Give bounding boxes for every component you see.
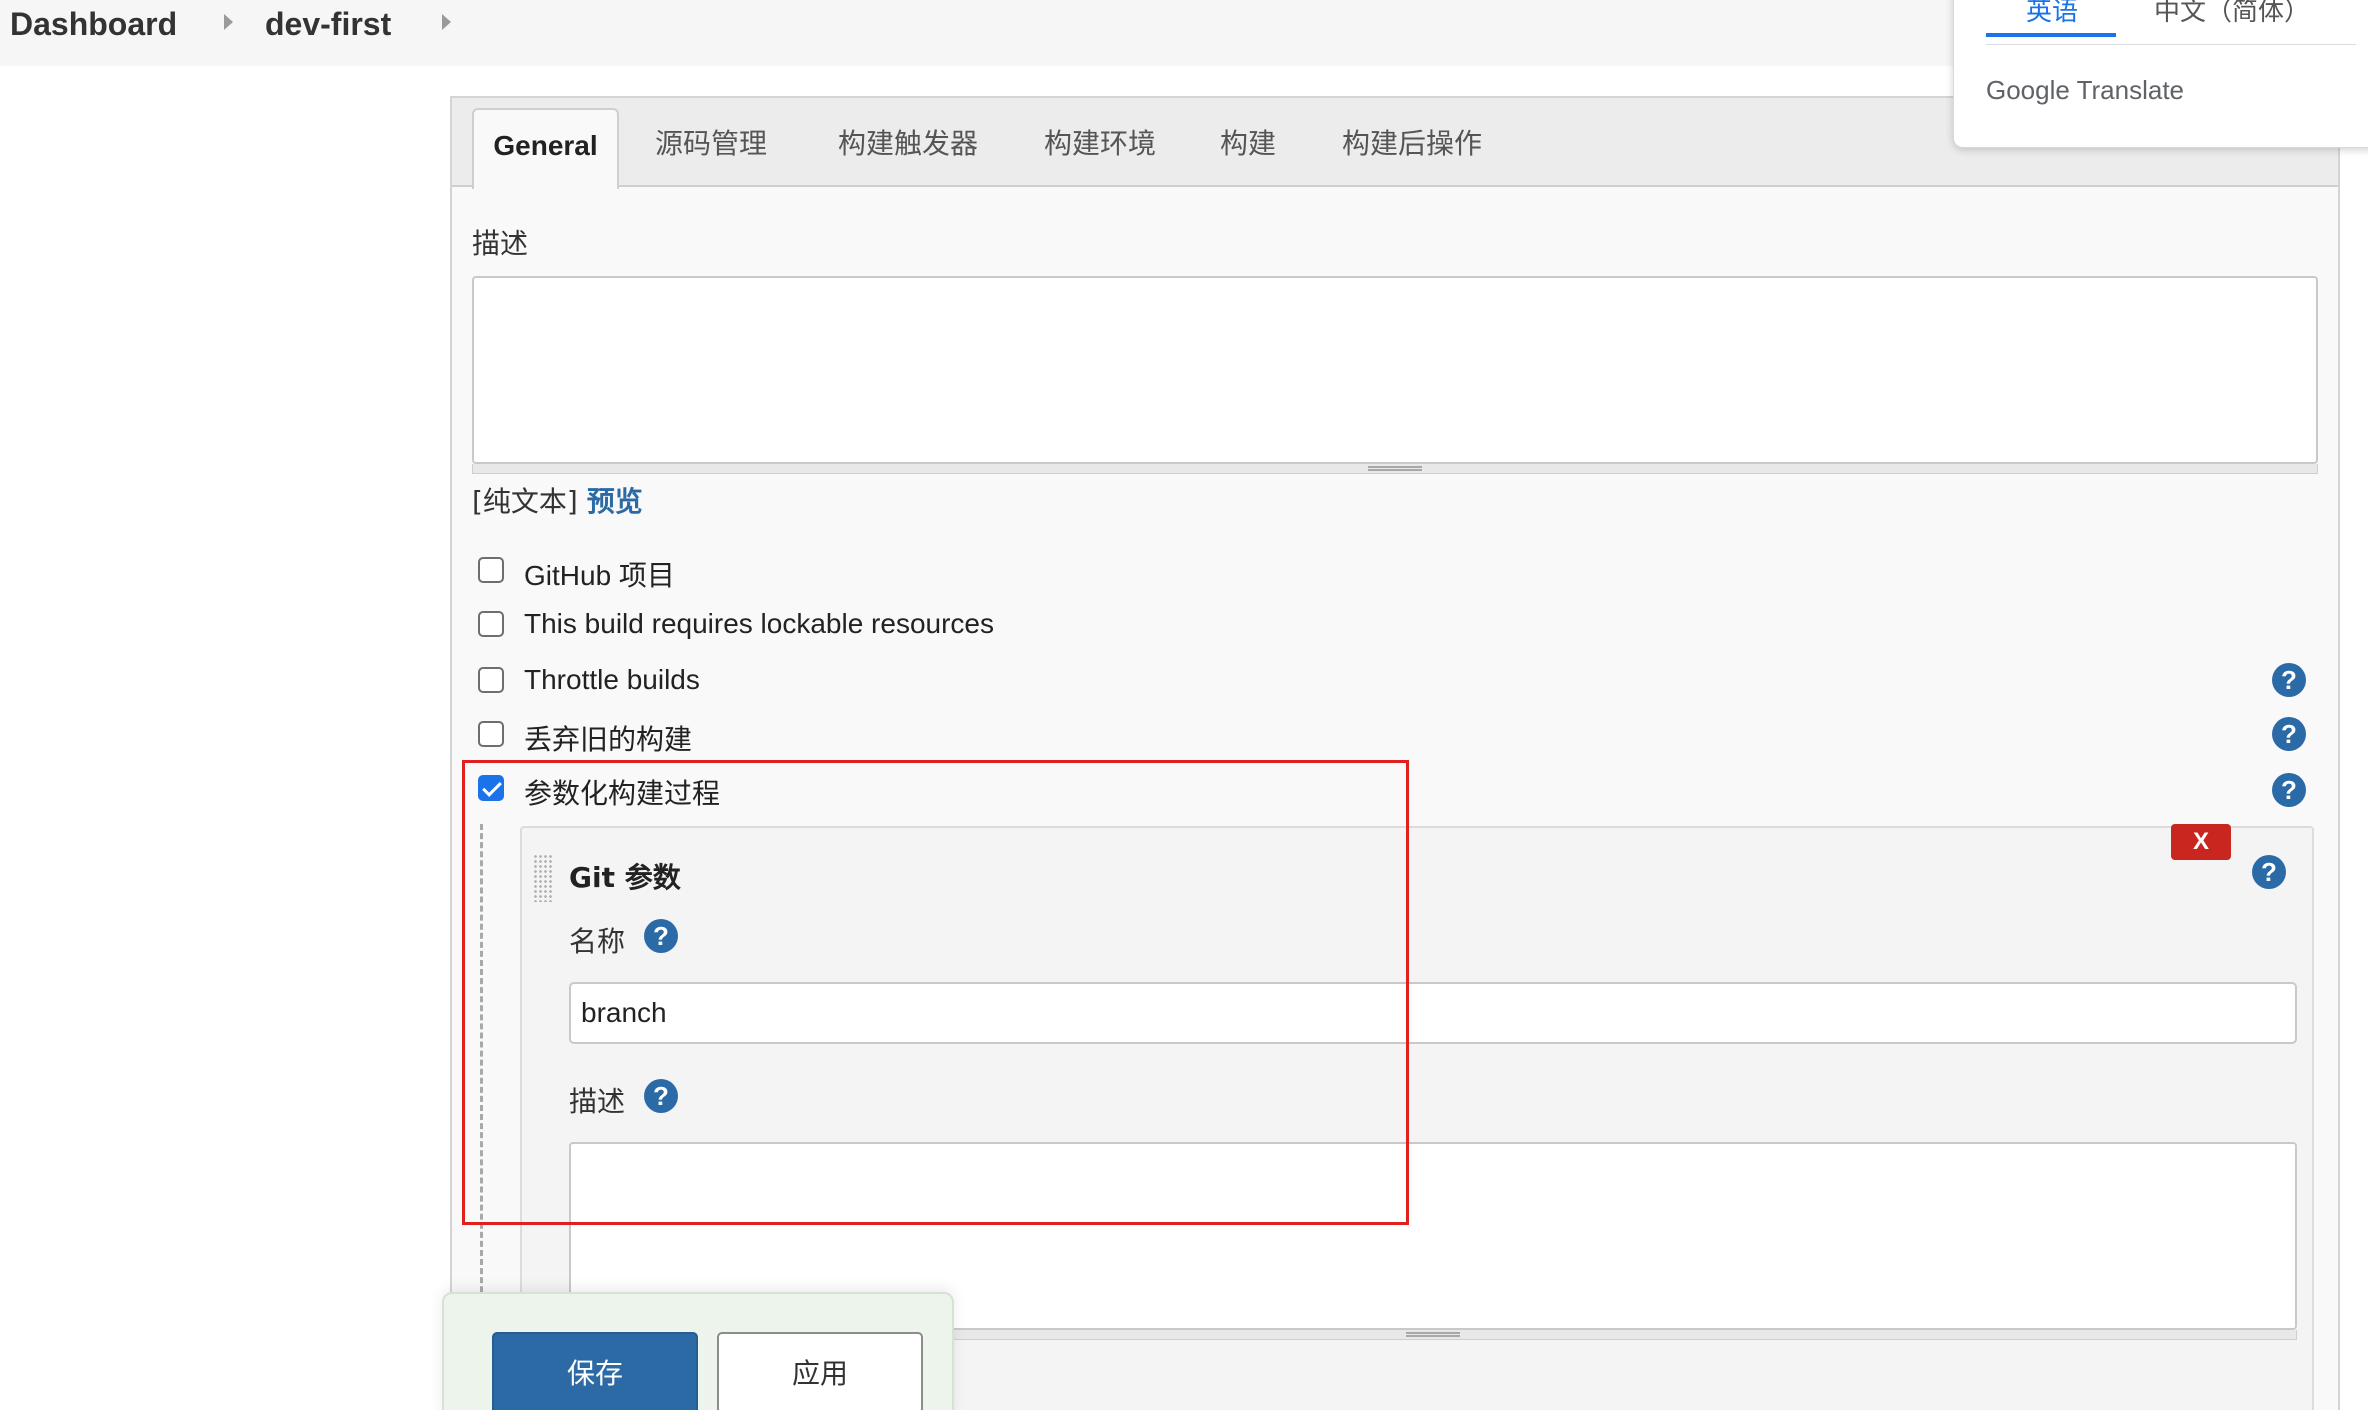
- option-label: 丢弃旧的构建: [524, 724, 693, 755]
- resize-handle-icon: [1368, 466, 1422, 471]
- format-line: [纯文本] 预览: [472, 480, 643, 520]
- tab-build-triggers[interactable]: 构建触发器: [828, 108, 988, 187]
- description-textarea[interactable]: [472, 276, 2318, 464]
- checkbox-throttle-builds[interactable]: [478, 667, 504, 693]
- breadcrumb-dashboard[interactable]: Dashboard: [10, 6, 177, 43]
- jenkins-config-page: Dashboard dev-first General 源码管理 构建触发器 构…: [0, 0, 2368, 1410]
- help-icon[interactable]: ?: [2272, 773, 2306, 807]
- translate-source-language-tab[interactable]: 英语: [2026, 0, 2078, 28]
- translate-divider: [1986, 44, 2356, 45]
- help-icon[interactable]: ?: [2272, 717, 2306, 751]
- apply-button[interactable]: 应用: [717, 1332, 923, 1410]
- tab-source-control[interactable]: 源码管理: [646, 108, 776, 187]
- active-tab-indicator: [1986, 33, 2116, 37]
- checkbox-lockable-resources[interactable]: [478, 611, 504, 637]
- save-button[interactable]: 保存: [492, 1332, 698, 1410]
- resize-handle-icon: [1406, 1332, 1460, 1337]
- breadcrumb-chevron-icon: [224, 14, 233, 30]
- translate-target-language-tab[interactable]: 中文（简体）: [2154, 0, 2310, 28]
- description-label: 描述: [472, 227, 529, 260]
- option-label: GitHub 项目: [524, 560, 675, 591]
- breadcrumb-dev-first[interactable]: dev-first: [265, 6, 391, 43]
- breadcrumb-chevron-icon[interactable]: [442, 14, 451, 30]
- option-label: Throttle builds: [524, 664, 700, 695]
- tab-build[interactable]: 构建: [1212, 108, 1284, 187]
- annotation-highlight-box: [462, 760, 1409, 1225]
- checkbox-discard-old-builds[interactable]: [478, 721, 504, 747]
- format-plain-text: [纯文本]: [472, 485, 578, 518]
- help-icon[interactable]: ?: [2272, 663, 2306, 697]
- google-translate-brand: Google Translate: [1986, 75, 2185, 105]
- option-label: This build requires lockable resources: [524, 608, 994, 639]
- preview-link[interactable]: 预览: [587, 485, 643, 518]
- description-resize-bar[interactable]: [472, 464, 2318, 474]
- checkbox-github-project[interactable]: [478, 557, 504, 583]
- tab-post-build[interactable]: 构建后操作: [1332, 108, 1492, 187]
- google-translate-popup: 英语 中文（简体） Google Translate: [1953, 0, 2368, 148]
- help-icon[interactable]: ?: [2252, 855, 2286, 889]
- delete-parameter-button[interactable]: X: [2171, 824, 2231, 860]
- tab-build-environment[interactable]: 构建环境: [1030, 108, 1170, 187]
- tab-general[interactable]: General: [472, 108, 619, 189]
